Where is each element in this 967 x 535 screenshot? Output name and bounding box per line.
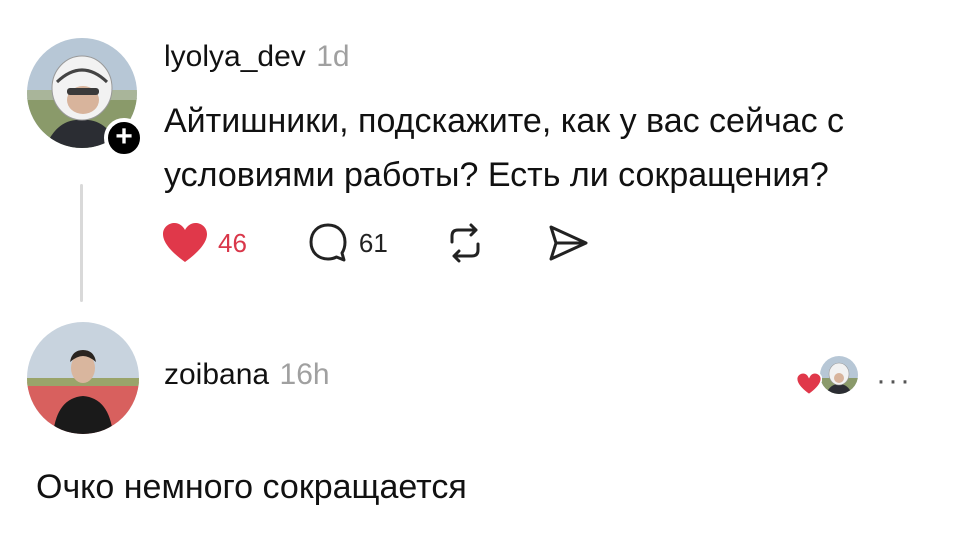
author-like-heart-icon — [795, 371, 823, 401]
send-icon — [549, 225, 588, 261]
post-text: Айтишники, подскажите, как у вас сейчас … — [164, 102, 845, 194]
share-button[interactable] — [546, 222, 590, 264]
reply-text: Очко немного сокращается — [36, 468, 467, 506]
plus-icon: + — [115, 120, 133, 153]
post-time: 1d — [316, 40, 350, 73]
more-button[interactable]: ··· — [876, 364, 912, 398]
repost-icon — [450, 223, 480, 263]
reply-username[interactable]: zoibana — [164, 358, 269, 391]
reply-header: zoibana 16h — [164, 358, 330, 392]
heart-icon — [163, 223, 207, 262]
author-like-avatar — [820, 356, 858, 394]
thread-line — [80, 184, 83, 302]
follow-button[interactable]: + — [104, 118, 144, 158]
reply-avatar[interactable] — [27, 322, 139, 434]
like-button[interactable]: 46 — [162, 222, 247, 264]
more-icon: ··· — [876, 364, 912, 397]
post-header: lyolya_dev 1d — [164, 40, 350, 74]
reply-count: 61 — [358, 227, 388, 258]
post-actions: 46 61 — [162, 220, 590, 266]
reply-button[interactable]: 61 — [307, 222, 388, 264]
comment-icon — [309, 223, 347, 262]
repost-button[interactable] — [444, 222, 486, 264]
post-username[interactable]: lyolya_dev — [164, 40, 306, 73]
like-count: 46 — [218, 227, 247, 258]
reply-time: 16h — [279, 358, 330, 391]
